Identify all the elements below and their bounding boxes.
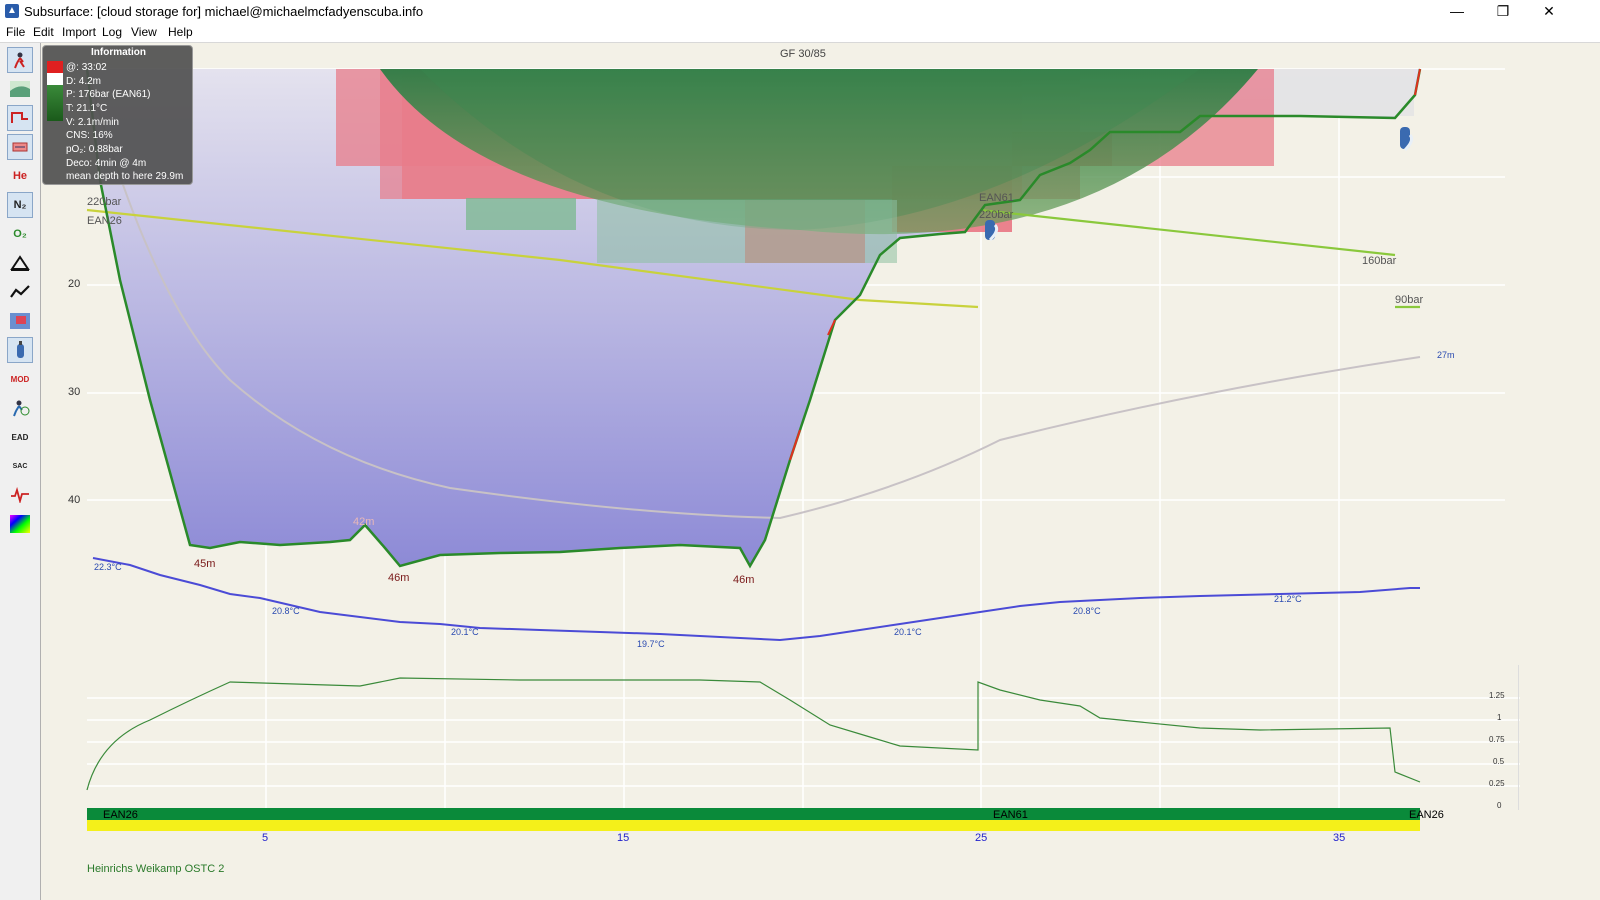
temp-label: 19.7°C [637, 639, 665, 649]
po2-line [86, 677, 1421, 791]
line-graph-icon[interactable] [7, 279, 33, 305]
ead-icon[interactable]: EAD [7, 424, 33, 450]
menu-file[interactable]: File [6, 25, 25, 39]
window-title: Subsurface: [cloud storage for] michael@… [24, 4, 424, 19]
depth-tick-30: 30 [68, 386, 81, 398]
temperature-line [92, 557, 1420, 642]
time-tick-15: 15 [617, 832, 630, 844]
info-temperature: T: 21.1°C [66, 103, 108, 114]
po2-tick: 0.75 [1489, 735, 1505, 744]
gasbar-label: EAN26 [1409, 809, 1444, 821]
pressure-start-label-1: 220bar [87, 196, 122, 208]
info-legend-swatch [47, 61, 63, 121]
info-velocity: V: 2.1m/min [66, 117, 119, 128]
dive-profile-canvas[interactable] [41, 43, 1600, 900]
info-cns: CNS: 16% [66, 130, 113, 141]
po2-tick: 0.25 [1489, 779, 1505, 788]
info-deco: Deco: 4min @ 4m [66, 158, 147, 169]
temp-label: 20.1°C [894, 627, 922, 637]
calculated-ceiling-icon[interactable] [7, 134, 33, 160]
tank-pressure-line-2 [979, 208, 1396, 257]
menu-bar: File Edit Import Log View Help [0, 23, 1600, 43]
info-pressure: P: 176bar (EAN61) [66, 89, 151, 100]
po2-tick: 0 [1497, 801, 1502, 810]
tank-icon[interactable] [7, 337, 33, 363]
info-mean-depth: mean depth to here 29.9m [66, 171, 184, 182]
pressure-end-label-1: 160bar [1362, 255, 1397, 267]
po2-axis-separator [1518, 665, 1519, 810]
heartrate-icon[interactable] [7, 482, 33, 508]
profile-graph-icon[interactable] [7, 76, 33, 102]
time-tick-5: 5 [262, 832, 269, 844]
menu-view[interactable]: View [131, 25, 157, 39]
menu-help[interactable]: Help [168, 25, 193, 39]
max-depth-label-2: 46m [388, 572, 410, 584]
oxygen-icon[interactable]: O₂ [7, 221, 33, 247]
gas-bar-green [87, 808, 1420, 820]
gas-label-1: EAN26 [87, 215, 122, 227]
time-tick-35: 35 [1333, 832, 1346, 844]
info-depth: D: 4.2m [66, 76, 102, 87]
menu-edit[interactable]: Edit [33, 25, 54, 39]
max-depth-label-1: 45m [194, 558, 216, 570]
depth-tick-20: 20 [68, 278, 81, 290]
title-bar: ▲ Subsurface: [cloud storage for] michae… [0, 0, 1600, 23]
pressure-end-label-2: 90bar [1395, 294, 1424, 306]
depth-tick-40: 40 [68, 494, 81, 506]
ndl-icon[interactable] [7, 395, 33, 421]
info-time: @: 33:02 [66, 62, 107, 73]
heatmap-icon[interactable] [7, 308, 33, 334]
information-overlay[interactable]: Information @: 33:02 D: 4.2m P: 176bar (… [42, 45, 193, 185]
temp-label: 21.2°C [1274, 594, 1302, 604]
dive-computer-label: Heinrichs Weikamp OSTC 2 [87, 863, 225, 875]
profile-toolbar: He N₂ O₂ MOD EAD SAC [0, 43, 41, 900]
gf-label: GF 30/85 [780, 48, 826, 60]
po2-tick: 1 [1497, 713, 1502, 722]
temp-label: 22.3°C [94, 562, 122, 572]
po2-tick: 0.5 [1493, 757, 1505, 766]
local-depth-label: 42m [353, 516, 375, 528]
gas-bar-yellow [87, 820, 1420, 831]
temp-label: 20.8°C [272, 606, 300, 616]
po2-tick: 1.25 [1489, 691, 1505, 700]
nitrogen-icon[interactable]: N₂ [7, 192, 33, 218]
helium-icon[interactable]: He [7, 163, 33, 189]
pressure-start-label-2: 220bar [979, 209, 1014, 221]
gasbar-label: EAN26 [103, 809, 138, 821]
max-depth-label-3: 46m [733, 574, 755, 586]
app-icon: ▲ [5, 4, 19, 18]
menu-log[interactable]: Log [102, 25, 122, 39]
restore-button[interactable]: ❐ [1480, 0, 1526, 23]
diver-icon[interactable] [7, 47, 33, 73]
time-tick-25: 25 [975, 832, 988, 844]
tissue-heatmap-icon[interactable] [7, 511, 33, 537]
ruler-icon[interactable] [7, 250, 33, 276]
gasbar-label: EAN61 [993, 809, 1028, 821]
close-button[interactable]: ✕ [1526, 0, 1572, 23]
sac-icon[interactable]: SAC [7, 453, 33, 479]
ceiling-icon[interactable] [7, 105, 33, 131]
mean-depth-label: 27m [1437, 350, 1455, 360]
minimize-button[interactable]: — [1434, 0, 1480, 23]
temp-label: 20.8°C [1073, 606, 1101, 616]
mod-icon[interactable]: MOD [7, 366, 33, 392]
gas-label-2: EAN61 [979, 192, 1014, 204]
temp-label: 20.1°C [451, 627, 479, 637]
menu-import[interactable]: Import [62, 25, 96, 39]
info-po2: pO₂: 0.88bar [66, 144, 123, 155]
info-title: Information [91, 47, 146, 58]
